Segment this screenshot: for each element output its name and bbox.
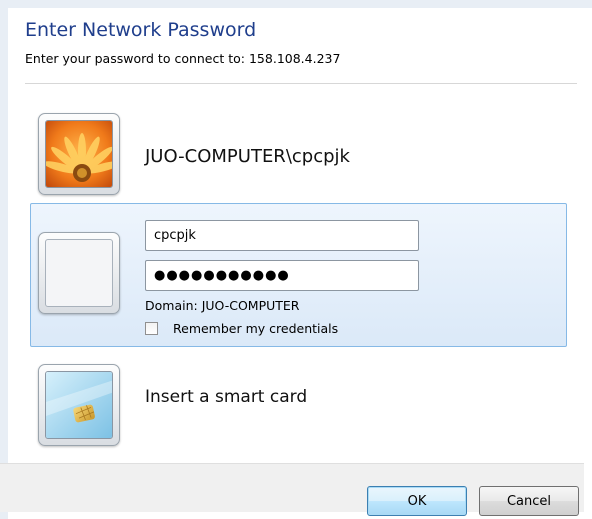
header-divider [25,83,577,84]
dialog-subtitle: Enter your password to connect to: 158.1… [25,51,341,66]
remember-label[interactable]: Remember my credentials [173,321,338,336]
dialog-title: Enter Network Password [25,19,257,41]
cancel-button[interactable]: Cancel [479,486,579,516]
smart-card-label[interactable]: Insert a smart card [145,387,307,407]
username-field[interactable] [145,220,419,251]
smart-card-image [46,372,112,438]
smart-card-icon[interactable] [38,364,120,446]
domain-label: Domain: JUO-COMPUTER [145,298,300,313]
account-name[interactable]: JUO-COMPUTER\cpcpjk [145,146,350,167]
password-field[interactable] [145,260,419,291]
remember-checkbox[interactable] [145,321,158,335]
remember-credentials[interactable]: Remember my credentials [145,319,338,337]
flower-image [46,121,112,187]
flower-avatar-icon[interactable] [38,113,120,195]
blank-user-icon [38,232,120,314]
ok-button[interactable]: OK [367,486,467,516]
